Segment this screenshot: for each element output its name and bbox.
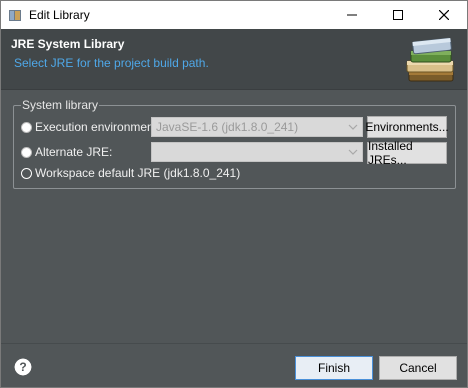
- maximize-button[interactable]: [375, 1, 421, 29]
- alternate-jre-radio[interactable]: [21, 147, 32, 158]
- banner-separator: [1, 89, 467, 90]
- svg-text:?: ?: [19, 360, 26, 374]
- banner-title: JRE System Library: [11, 37, 125, 51]
- execution-environment-radio[interactable]: [21, 122, 32, 133]
- close-button[interactable]: [421, 1, 467, 29]
- execution-environment-label: Execution environment:: [35, 120, 161, 134]
- minimize-icon: [347, 14, 357, 16]
- minimize-button[interactable]: [329, 1, 375, 29]
- edit-library-dialog: Edit Library JRE System Library Select J…: [0, 0, 468, 388]
- header-banner: JRE System Library Select JRE for the pr…: [1, 29, 467, 89]
- system-library-label: System library: [21, 98, 100, 112]
- alternate-jre-label: Alternate JRE:: [35, 145, 113, 159]
- installed-jres-button[interactable]: Installed JREs...: [367, 139, 447, 167]
- footer-separator: [1, 343, 467, 344]
- maximize-icon: [393, 10, 403, 20]
- workspace-default-label: Workspace default JRE (jdk1.8.0_241): [35, 166, 241, 180]
- banner-description: Select JRE for the project build path.: [14, 56, 209, 70]
- environments-button[interactable]: Environments...: [365, 116, 449, 138]
- finish-button[interactable]: Finish: [295, 356, 373, 380]
- window-title: Edit Library: [29, 8, 90, 22]
- library-app-icon: [9, 10, 21, 21]
- execution-environment-combo-value: JavaSE-1.6 (jdk1.8.0_241): [156, 120, 299, 134]
- alternate-jre-combo[interactable]: [151, 142, 363, 162]
- title-bar: Edit Library: [1, 1, 467, 29]
- execution-environment-combo[interactable]: JavaSE-1.6 (jdk1.8.0_241): [151, 117, 363, 137]
- workspace-default-radio[interactable]: [21, 168, 32, 179]
- library-books-icon: [406, 37, 454, 82]
- close-icon: [439, 10, 449, 20]
- cancel-button[interactable]: Cancel: [379, 356, 457, 380]
- chevron-down-icon: [348, 149, 358, 155]
- help-icon[interactable]: ?: [14, 358, 32, 376]
- chevron-down-icon: [348, 124, 358, 130]
